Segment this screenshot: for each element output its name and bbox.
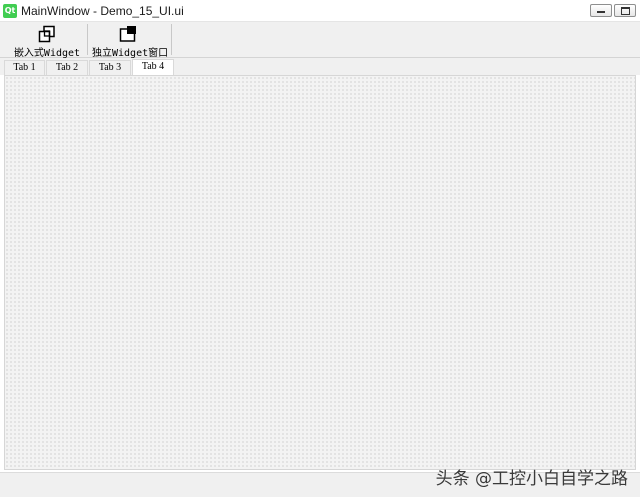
title-bar: Qt MainWindow - Demo_15_UI.ui: [0, 0, 640, 22]
tab-content-area[interactable]: [4, 75, 636, 470]
toolbar-separator: [171, 24, 172, 55]
tab-1[interactable]: Tab 1: [4, 60, 45, 75]
embedded-widget-label: 嵌入式Widget: [13, 48, 81, 59]
embedded-windows-icon: [38, 25, 55, 43]
window-title: MainWindow - Demo_15_UI.ui: [21, 4, 184, 18]
standalone-window-icon: [119, 26, 136, 42]
embedded-widget-button[interactable]: 嵌入式Widget: [12, 23, 82, 59]
standalone-window-label: 独立Widget窗口: [92, 48, 169, 59]
minimize-button[interactable]: [590, 4, 612, 17]
toolbar-separator: [87, 24, 88, 55]
maximize-button[interactable]: [614, 4, 636, 17]
tab-4[interactable]: Tab 4: [132, 59, 174, 75]
qt-logo-icon: Qt: [3, 4, 17, 18]
toolbar: 嵌入式Widget 独立Widget窗口: [0, 22, 640, 59]
tab-2[interactable]: Tab 2: [46, 60, 88, 75]
tab-3[interactable]: Tab 3: [89, 60, 131, 75]
tab-bar: Tab 1 Tab 2 Tab 3 Tab 4: [0, 58, 640, 75]
watermark: 头条 @工控小白自学之路: [435, 469, 628, 489]
standalone-window-button[interactable]: 独立Widget窗口: [92, 23, 169, 59]
